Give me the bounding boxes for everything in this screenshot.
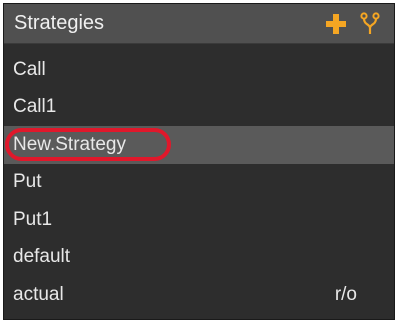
strategy-item-new-strategy[interactable]: New.Strategy [4,126,394,164]
strategy-label: Put [13,171,42,193]
strategy-item-call[interactable]: Call [4,51,394,89]
strategy-label: Call [13,58,46,80]
strategy-label: Put1 [13,208,53,230]
branch-icon [360,11,380,34]
strategy-item-call1[interactable]: Call1 [4,89,394,127]
strategy-label: Call1 [13,96,57,118]
strategy-label: default [13,246,71,268]
plus-icon [326,13,346,34]
strategy-item-actual[interactable]: actual r/o [4,276,394,314]
strategy-item-put1[interactable]: Put1 [4,201,394,239]
add-strategy-button[interactable] [322,10,350,38]
panel-title: Strategies [14,12,105,34]
strategy-label: actual [13,283,64,305]
panel-header: Strategies [4,4,394,44]
strategy-item-put[interactable]: Put [4,164,394,202]
fork-strategy-button[interactable] [356,10,384,38]
strategies-panel: Strategies Call Call1 New.Strategy Put P… [3,3,395,320]
read-only-badge: r/o [334,283,357,305]
strategy-item-default[interactable]: default [4,239,394,277]
strategy-label: New.Strategy [13,133,126,155]
strategy-list: Call Call1 New.Strategy Put Put1 default… [4,44,394,314]
